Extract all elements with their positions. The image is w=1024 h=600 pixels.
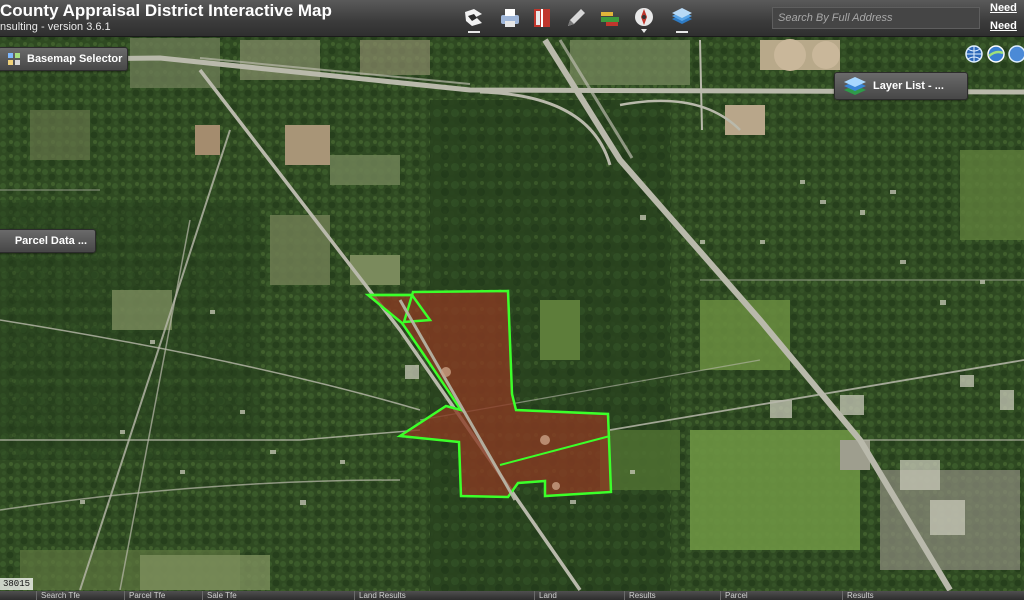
app-version: nsulting - version 3.6.1 xyxy=(0,21,111,33)
help-link-1[interactable]: Need xyxy=(990,2,1017,14)
print-tool-icon[interactable] xyxy=(496,4,524,32)
tab-land[interactable]: Land xyxy=(534,591,622,600)
draw-tool-icon[interactable] xyxy=(562,4,590,32)
app-header: County Appraisal District Interactive Ma… xyxy=(0,0,1024,37)
globe-icon[interactable] xyxy=(964,44,984,66)
layer-stack-icon xyxy=(843,75,867,97)
measure-tool-icon[interactable] xyxy=(596,4,624,32)
results-tab-bar: Search Tfe Parcel Tfe Sale Tfe Land Resu… xyxy=(0,591,1024,600)
map-application: County Appraisal District Interactive Ma… xyxy=(0,0,1024,600)
address-search-input[interactable] xyxy=(772,7,980,29)
compass-tool-icon[interactable] xyxy=(630,4,658,33)
basemap-selector-button[interactable]: Basemap Selector xyxy=(0,47,128,71)
basemap-icon xyxy=(7,52,21,66)
tab-search[interactable]: Search Tfe xyxy=(36,591,122,600)
parcel-data-handle xyxy=(5,234,9,248)
parcel-data-button[interactable]: Parcel Data ... xyxy=(0,229,96,253)
basemap-selector-label: Basemap Selector xyxy=(27,53,123,65)
tab-parcel[interactable]: Parcel Tfe xyxy=(124,591,200,600)
tab-results-2[interactable]: Results xyxy=(842,591,1024,600)
tab-sale[interactable]: Sale Tfe xyxy=(202,591,352,600)
tab-results[interactable]: Results xyxy=(624,591,718,600)
identify-tool-icon[interactable] xyxy=(460,4,488,33)
scale-readout: 38015 xyxy=(0,578,34,590)
globe-grid-icon[interactable] xyxy=(1008,44,1024,66)
layers-tool-icon[interactable] xyxy=(668,4,696,33)
map-view-toggle[interactable] xyxy=(964,44,1024,66)
app-title: County Appraisal District Interactive Ma… xyxy=(0,1,332,20)
parcel-data-label: Parcel Data ... xyxy=(14,235,87,247)
layer-list-button[interactable]: Layer List - ... xyxy=(834,72,968,100)
tab-parcel-2[interactable]: Parcel xyxy=(720,591,840,600)
tab-land-results[interactable]: Land Results xyxy=(354,591,532,600)
bookmark-tool-icon[interactable] xyxy=(528,4,556,32)
layer-list-label: Layer List - ... xyxy=(873,80,944,92)
globe-satellite-icon[interactable] xyxy=(986,44,1006,66)
help-link-2[interactable]: Need xyxy=(990,20,1017,32)
